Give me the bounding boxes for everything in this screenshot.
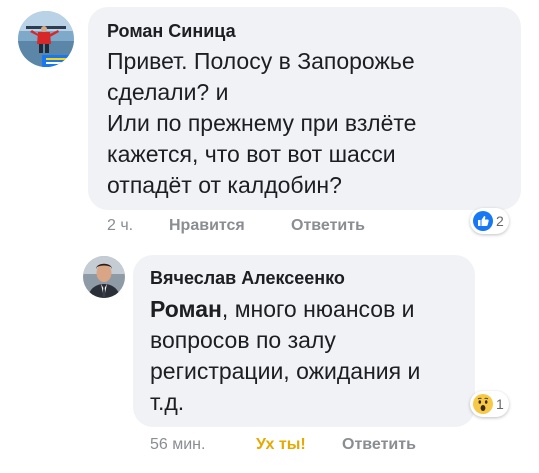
wow-icon bbox=[473, 394, 493, 414]
comment-line: кажется, что вот вот шасси bbox=[107, 141, 396, 167]
reaction-count: 2 bbox=[496, 213, 504, 229]
like-button[interactable]: Нравится bbox=[169, 217, 245, 235]
mention-link[interactable]: Роман bbox=[150, 296, 222, 322]
avatar-roman[interactable] bbox=[18, 11, 74, 67]
reaction-summary-roman[interactable]: 2 bbox=[470, 208, 509, 234]
comment-actions-vyacheslav: 56 мин. Ух ты! Ответить bbox=[150, 436, 470, 456]
comment-time[interactable]: 56 мин. bbox=[150, 436, 205, 454]
comment-line: сделали? и bbox=[107, 79, 229, 105]
reply-button[interactable]: Ответить bbox=[291, 217, 365, 235]
comment-actions-roman: 2 ч. Нравится Ответить bbox=[107, 217, 427, 237]
comment-line: Роман, много нюансов и bbox=[150, 294, 470, 325]
comment-author-roman[interactable]: Роман Синица bbox=[107, 21, 236, 42]
avatar-roman-photo bbox=[18, 11, 74, 67]
comment-line: отпадёт от калдобин? bbox=[107, 172, 342, 198]
comment-line: регистрации, ожидания и bbox=[150, 358, 421, 384]
avatar-vyacheslav-photo bbox=[83, 256, 125, 298]
comment-text-roman: Привет. Полосу в Запорожье сделали? и Ил… bbox=[107, 46, 512, 201]
comment-line-rest: , много нюансов и bbox=[221, 296, 415, 322]
comment-author-vyacheslav[interactable]: Вячеслав Алексеенко bbox=[150, 268, 345, 289]
comment-line: т.д. bbox=[150, 389, 185, 415]
comment-line: вопросов по залу bbox=[150, 327, 336, 353]
comment-line: Привет. Полосу в Запорожье bbox=[107, 48, 415, 74]
reply-button[interactable]: Ответить bbox=[342, 436, 416, 454]
like-icon bbox=[473, 211, 493, 231]
reaction-count: 1 bbox=[496, 396, 504, 412]
comment-text-vyacheslav: Роман, много нюансов и вопросов по залу … bbox=[150, 294, 470, 418]
wow-reaction-button[interactable]: Ух ты! bbox=[256, 436, 306, 454]
comment-time[interactable]: 2 ч. bbox=[107, 217, 133, 235]
avatar-vyacheslav[interactable] bbox=[83, 256, 125, 298]
reaction-summary-vyacheslav[interactable]: 1 bbox=[470, 391, 509, 417]
comment-line: Или по прежнему при взлёте bbox=[107, 110, 417, 136]
